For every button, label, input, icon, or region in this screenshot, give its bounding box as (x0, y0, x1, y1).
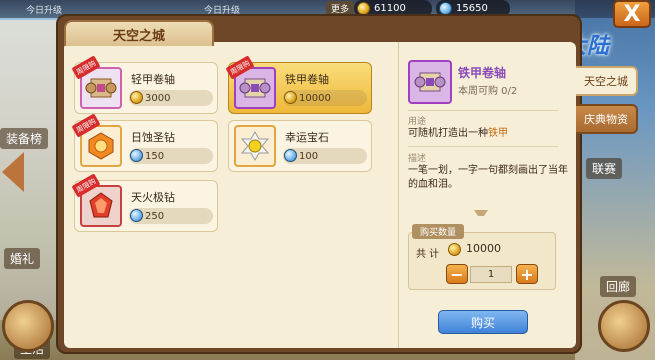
bg-label-league[interactable]: 联赛 (586, 158, 623, 179)
topbar-left-text: 今日升级 (26, 6, 63, 16)
quantity-input[interactable]: 1 (470, 266, 512, 283)
item-price: 150 (129, 148, 213, 164)
fire-gem-icon (89, 192, 113, 218)
bg-label-wedding[interactable]: 婚礼 (4, 248, 41, 269)
detail-item-name: 铁甲卷轴 (458, 66, 507, 80)
item-name: 天火极钻 (131, 191, 175, 204)
scroll-icon (239, 78, 271, 98)
description-label: 描述 (408, 154, 427, 164)
divider (408, 146, 558, 147)
gold-coin-icon (448, 243, 461, 256)
usage-label: 用途 (408, 117, 427, 127)
gold-coin-icon (130, 91, 143, 104)
buy-button[interactable]: 购买 (438, 310, 528, 334)
item-name: 日蚀圣钻 (131, 131, 175, 144)
item-price: 3000 (129, 90, 213, 106)
life-round-button[interactable] (2, 300, 54, 352)
item-price: 10000 (283, 90, 367, 106)
buy-quantity-label: 购买数量 (412, 224, 464, 239)
item-name: 轻甲卷轴 (131, 73, 175, 86)
lucky-gem-icon (240, 131, 270, 161)
item-price-value: 3000 (145, 92, 171, 104)
item-price-value: 100 (299, 150, 319, 162)
item-price-value: 250 (145, 210, 165, 222)
diamond-icon (284, 149, 297, 162)
diamond-value: 15650 (456, 3, 488, 14)
scroll-icon (414, 72, 446, 92)
description-text: 一笔一划，一字一句都刻画出了当年的血和泪。 (408, 165, 568, 190)
detail-item-icon (408, 60, 452, 104)
usage-text: 可随机打造出一种铁甲 (408, 127, 568, 141)
world-round-button[interactable] (598, 300, 650, 352)
shop-item-heavenfire-diamond[interactable]: 周限购 天火极钻 250 (71, 173, 218, 232)
diamond-icon (130, 149, 143, 162)
item-icon-frame (234, 125, 276, 167)
total-label: 共 计 (416, 249, 440, 260)
chevron-down-icon (474, 210, 488, 220)
item-name: 幸运宝石 (285, 131, 329, 144)
diamond-icon (130, 209, 143, 222)
usage-highlight: 铁甲 (488, 128, 508, 139)
shop-item-iron-armor-scroll[interactable]: 周限购 铁甲卷轴 10000 (225, 55, 372, 114)
tab-sky-city[interactable]: 天空之城 (576, 66, 638, 96)
total-price: 10000 (448, 242, 501, 256)
gold-value: 61100 (374, 3, 406, 14)
quantity-increase-button[interactable]: + (516, 264, 538, 284)
shop-item-lucky-gem[interactable]: 幸运宝石 100 (228, 120, 372, 172)
shop-item-light-armor-scroll[interactable]: 周限购 轻甲卷轴 3000 (71, 55, 218, 114)
usage-text-prefix: 可随机打造出一种 (408, 128, 488, 139)
item-price-value: 10000 (299, 92, 331, 104)
item-price: 100 (283, 148, 367, 164)
tab-festival-supplies[interactable]: 庆典物资 (576, 104, 638, 134)
item-price: 250 (129, 208, 213, 224)
item-name: 铁甲卷轴 (285, 73, 329, 86)
detail-purchase-limit: 本周可购 0/2 (458, 86, 518, 97)
quantity-decrease-button[interactable]: − (446, 264, 468, 284)
close-button[interactable]: X (613, 0, 651, 28)
item-price-value: 150 (145, 150, 165, 162)
scroll-icon (85, 78, 117, 98)
gold-coin-icon (284, 91, 297, 104)
total-price-value: 10000 (466, 242, 501, 255)
bg-label-equip-rank[interactable]: 装备榜 (0, 128, 49, 149)
sun-gem-icon (88, 132, 114, 160)
shop-title: 天空之城 (64, 20, 214, 46)
bg-label-corridor[interactable]: 回廊 (600, 276, 637, 297)
divider (408, 110, 558, 111)
shop-item-eclipse-diamond[interactable]: 周限购 日蚀圣钻 150 (71, 113, 218, 172)
